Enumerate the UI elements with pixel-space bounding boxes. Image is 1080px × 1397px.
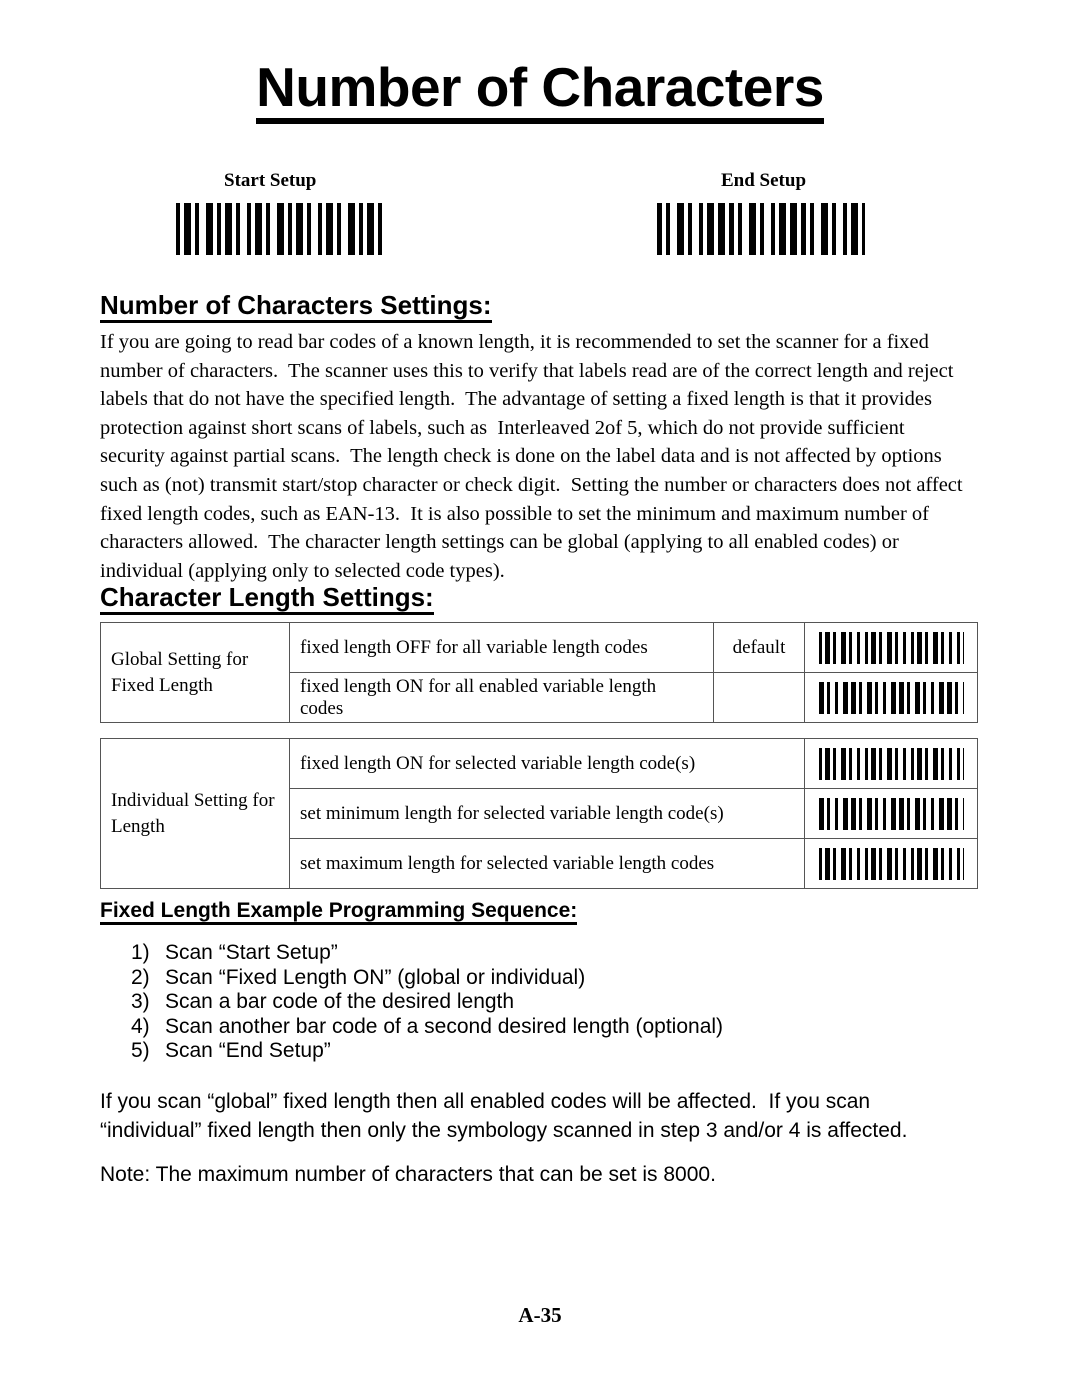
page-title-text: Number of Characters	[256, 56, 824, 124]
sub-heading-text: Fixed Length Example Programming Sequenc…	[100, 898, 578, 925]
list-item-number: 1)	[131, 941, 150, 964]
global-row-1-default	[713, 672, 805, 723]
list-item-number: 5)	[131, 1039, 150, 1063]
global-row-0-default: default	[713, 622, 805, 673]
global-fixed-length-off-barcode	[818, 631, 964, 664]
end-setup-label: End Setup	[721, 170, 807, 191]
list-item: 2) Scan “Fixed Length ON” (global or indi…	[131, 966, 723, 991]
table-row: Global Setting for Fixed Length fixed le…	[100, 622, 978, 723]
list-item-number: 3)	[131, 990, 150, 1014]
start-setup-label: Start Setup	[224, 170, 317, 191]
closing-paragraph: If you scan “global” fixed length then a…	[100, 1090, 908, 1142]
list-item-text: Scan “Start Setup”	[165, 941, 338, 964]
list-item-text: Scan a bar code of the desired length	[165, 990, 515, 1014]
section-heading-character-length-settings: Character Length Settings:	[100, 582, 434, 615]
list-item-number: 2)	[131, 965, 150, 989]
table-row: Individual Setting for Length fixed leng…	[100, 738, 978, 889]
list-item-text: Scan “Fixed Length ON” (global or indivi…	[165, 965, 586, 989]
start-setup-barcode	[176, 203, 384, 255]
global-row-1-barcode-cell	[804, 672, 978, 723]
individual-row-2-barcode-cell	[804, 838, 978, 889]
section-heading-text: Character Length Settings:	[100, 582, 434, 615]
programming-sequence-list: 1) Scan “Start Setup” 2) Scan “Fixed Lengt…	[131, 941, 723, 1064]
section-heading-text: Number of Characters Settings:	[100, 290, 492, 323]
section-heading-number-of-characters-settings: Number of Characters Settings:	[100, 290, 492, 323]
list-item: 3) Scan a bar code of the desired length	[131, 990, 723, 1015]
document-page: Number of Characters Start Setup End Set…	[0, 0, 1080, 1397]
set-maximum-length-barcode	[818, 847, 964, 880]
individual-row-1-description: set minimum length for selected variable…	[289, 788, 805, 839]
global-setting-table: Global Setting for Fixed Length fixed le…	[100, 622, 978, 723]
list-item: 5) Scan “End Setup”	[131, 1039, 723, 1064]
closing-note: Note: The maximum number of characters t…	[100, 1163, 716, 1186]
page-number-footer: A-35	[518, 1303, 562, 1327]
section-heading-example-sequence: Fixed Length Example Programming Sequenc…	[100, 898, 578, 925]
list-item-number: 4)	[131, 1014, 150, 1038]
list-item: 4) Scan another bar code of a second desi…	[131, 1015, 723, 1040]
list-item-text: Scan another bar code of a second desire…	[165, 1014, 724, 1038]
global-row-1-description: fixed length ON for all enabled variable…	[289, 672, 714, 723]
settings-body-paragraph: If you are going to read bar codes of a …	[100, 331, 968, 582]
global-setting-label: Global Setting for Fixed Length	[100, 622, 290, 723]
individual-fixed-length-on-barcode	[818, 747, 964, 780]
individual-row-0-description: fixed length ON for selected variable le…	[289, 738, 805, 789]
individual-row-0-barcode-cell	[804, 738, 978, 789]
individual-setting-table: Individual Setting for Length fixed leng…	[100, 738, 978, 889]
global-fixed-length-on-barcode	[818, 681, 964, 714]
list-item-text: Scan “End Setup”	[165, 1039, 331, 1063]
individual-row-2-description: set maximum length for selected variable…	[289, 838, 805, 889]
individual-row-1-barcode-cell	[804, 788, 978, 839]
set-minimum-length-barcode	[818, 797, 964, 830]
global-row-0-barcode-cell	[804, 622, 978, 673]
page-title: Number of Characters	[0, 56, 1080, 124]
individual-setting-label: Individual Setting for Length	[100, 738, 290, 889]
end-setup-barcode	[657, 203, 865, 255]
list-item: 1) Scan “Start Setup”	[131, 941, 723, 966]
global-row-0-description: fixed length OFF for all variable length…	[289, 622, 714, 673]
